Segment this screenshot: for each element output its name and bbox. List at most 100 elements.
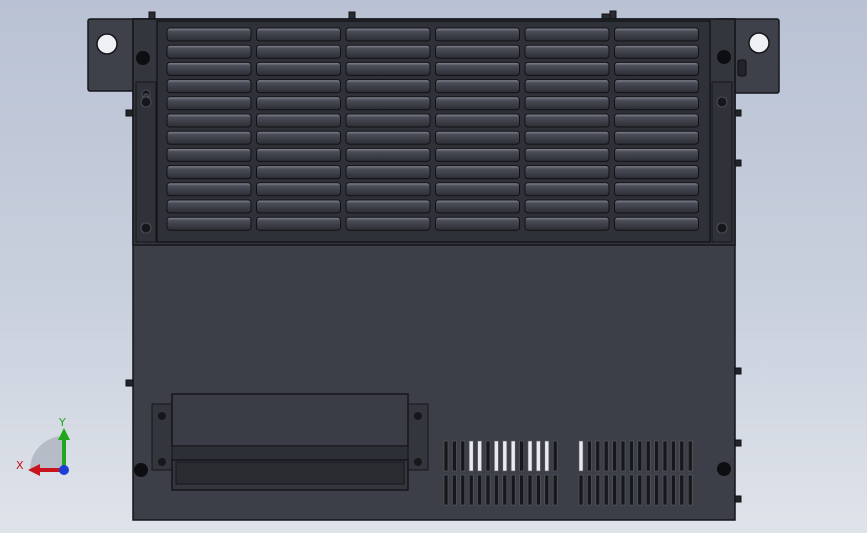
vent-slat xyxy=(524,199,610,214)
vent-slot xyxy=(603,440,609,472)
vent-slot xyxy=(502,440,508,472)
vent-slot xyxy=(443,474,449,506)
vent-slot xyxy=(587,440,592,472)
vent-slat xyxy=(614,130,699,145)
vent-slat xyxy=(345,130,431,145)
vent-slot xyxy=(485,440,491,472)
cad-viewport[interactable]: X Y xyxy=(0,0,867,533)
vent-slat xyxy=(166,165,252,180)
vent-slot xyxy=(527,440,533,472)
vent-slat xyxy=(256,61,341,76)
vent-slat xyxy=(345,199,431,214)
vent-slot xyxy=(544,440,550,472)
vent-slat xyxy=(166,130,252,145)
vent-slot xyxy=(536,474,541,506)
vent-slot xyxy=(477,440,482,472)
vent-slat xyxy=(166,113,252,128)
vent-slat xyxy=(345,165,431,180)
vent-slot xyxy=(679,440,685,472)
vent-slot xyxy=(612,474,617,506)
vent-slat xyxy=(256,147,341,162)
left-flange-hole xyxy=(96,33,118,55)
vent-slot xyxy=(552,474,558,506)
vent-slot xyxy=(519,440,524,472)
vent-slot xyxy=(510,474,516,506)
right-flange-hole xyxy=(748,32,770,54)
vent-slat xyxy=(524,79,610,94)
vent-slot xyxy=(687,474,693,506)
vent-slot xyxy=(468,440,474,472)
vent-slot xyxy=(654,474,659,506)
vent-slat xyxy=(614,44,699,59)
vent-slot xyxy=(468,474,474,506)
vent-slot xyxy=(544,474,550,506)
vent-slat xyxy=(345,216,431,231)
vent-slot xyxy=(443,440,449,472)
vent-slat xyxy=(614,61,699,76)
vent-slat xyxy=(256,79,341,94)
z-axis-dot xyxy=(59,465,69,475)
vent-slot xyxy=(612,440,617,472)
vent-slat xyxy=(256,44,341,59)
terminal-cover xyxy=(151,393,429,491)
vent-slot xyxy=(578,474,584,506)
vent-slot xyxy=(671,474,676,506)
vent-slat xyxy=(435,216,520,231)
vent-slot xyxy=(477,474,482,506)
vent-slot xyxy=(485,474,491,506)
vent-slot xyxy=(603,474,609,506)
vent-slot xyxy=(494,474,499,506)
view-triad: X Y xyxy=(16,416,70,476)
vent-slat xyxy=(166,216,252,231)
vent-slat xyxy=(614,165,699,180)
vent-slot xyxy=(629,440,634,472)
vent-slat xyxy=(345,147,431,162)
vent-slot xyxy=(519,474,524,506)
vent-slat xyxy=(256,113,341,128)
vent-slot xyxy=(671,440,676,472)
vent-slat xyxy=(614,199,699,214)
vent-slat xyxy=(435,182,520,197)
vent-slat xyxy=(524,113,610,128)
vent-slat xyxy=(345,96,431,111)
vent-slat xyxy=(256,27,341,42)
vent-slot xyxy=(460,474,466,506)
x-axis-label: X xyxy=(16,459,24,472)
vent-slat xyxy=(614,182,699,197)
vent-slat xyxy=(166,27,252,42)
vent-slat xyxy=(345,113,431,128)
vent-slat xyxy=(524,182,610,197)
vent-slot xyxy=(637,474,643,506)
vent-slat xyxy=(435,44,520,59)
vent-slot xyxy=(502,474,508,506)
vent-slat xyxy=(256,130,341,145)
vent-slot xyxy=(536,440,541,472)
drive-model[interactable] xyxy=(87,10,780,521)
vent-slot xyxy=(654,440,659,472)
vent-slot xyxy=(662,474,668,506)
vent-slat xyxy=(614,113,699,128)
vent-slot xyxy=(595,474,601,506)
vent-slat xyxy=(166,44,252,59)
vent-slat xyxy=(166,182,252,197)
vent-slot xyxy=(527,474,533,506)
triad-quadrant xyxy=(30,436,64,470)
vent-slot xyxy=(578,440,584,472)
vent-slat xyxy=(435,96,520,111)
vent-slot xyxy=(629,474,634,506)
vent-slat xyxy=(345,27,431,42)
vent-slot xyxy=(620,474,626,506)
vent-slat xyxy=(345,44,431,59)
vent-slot xyxy=(637,440,643,472)
vent-slat xyxy=(435,79,520,94)
vent-slat xyxy=(345,79,431,94)
vent-slat xyxy=(435,165,520,180)
vent-slat xyxy=(435,27,520,42)
vent-slot xyxy=(452,440,457,472)
vent-slat xyxy=(256,165,341,180)
vent-slat xyxy=(524,27,610,42)
vent-slat xyxy=(614,216,699,231)
vent-slat xyxy=(435,113,520,128)
vent-slat xyxy=(524,216,610,231)
vent-slat xyxy=(524,147,610,162)
